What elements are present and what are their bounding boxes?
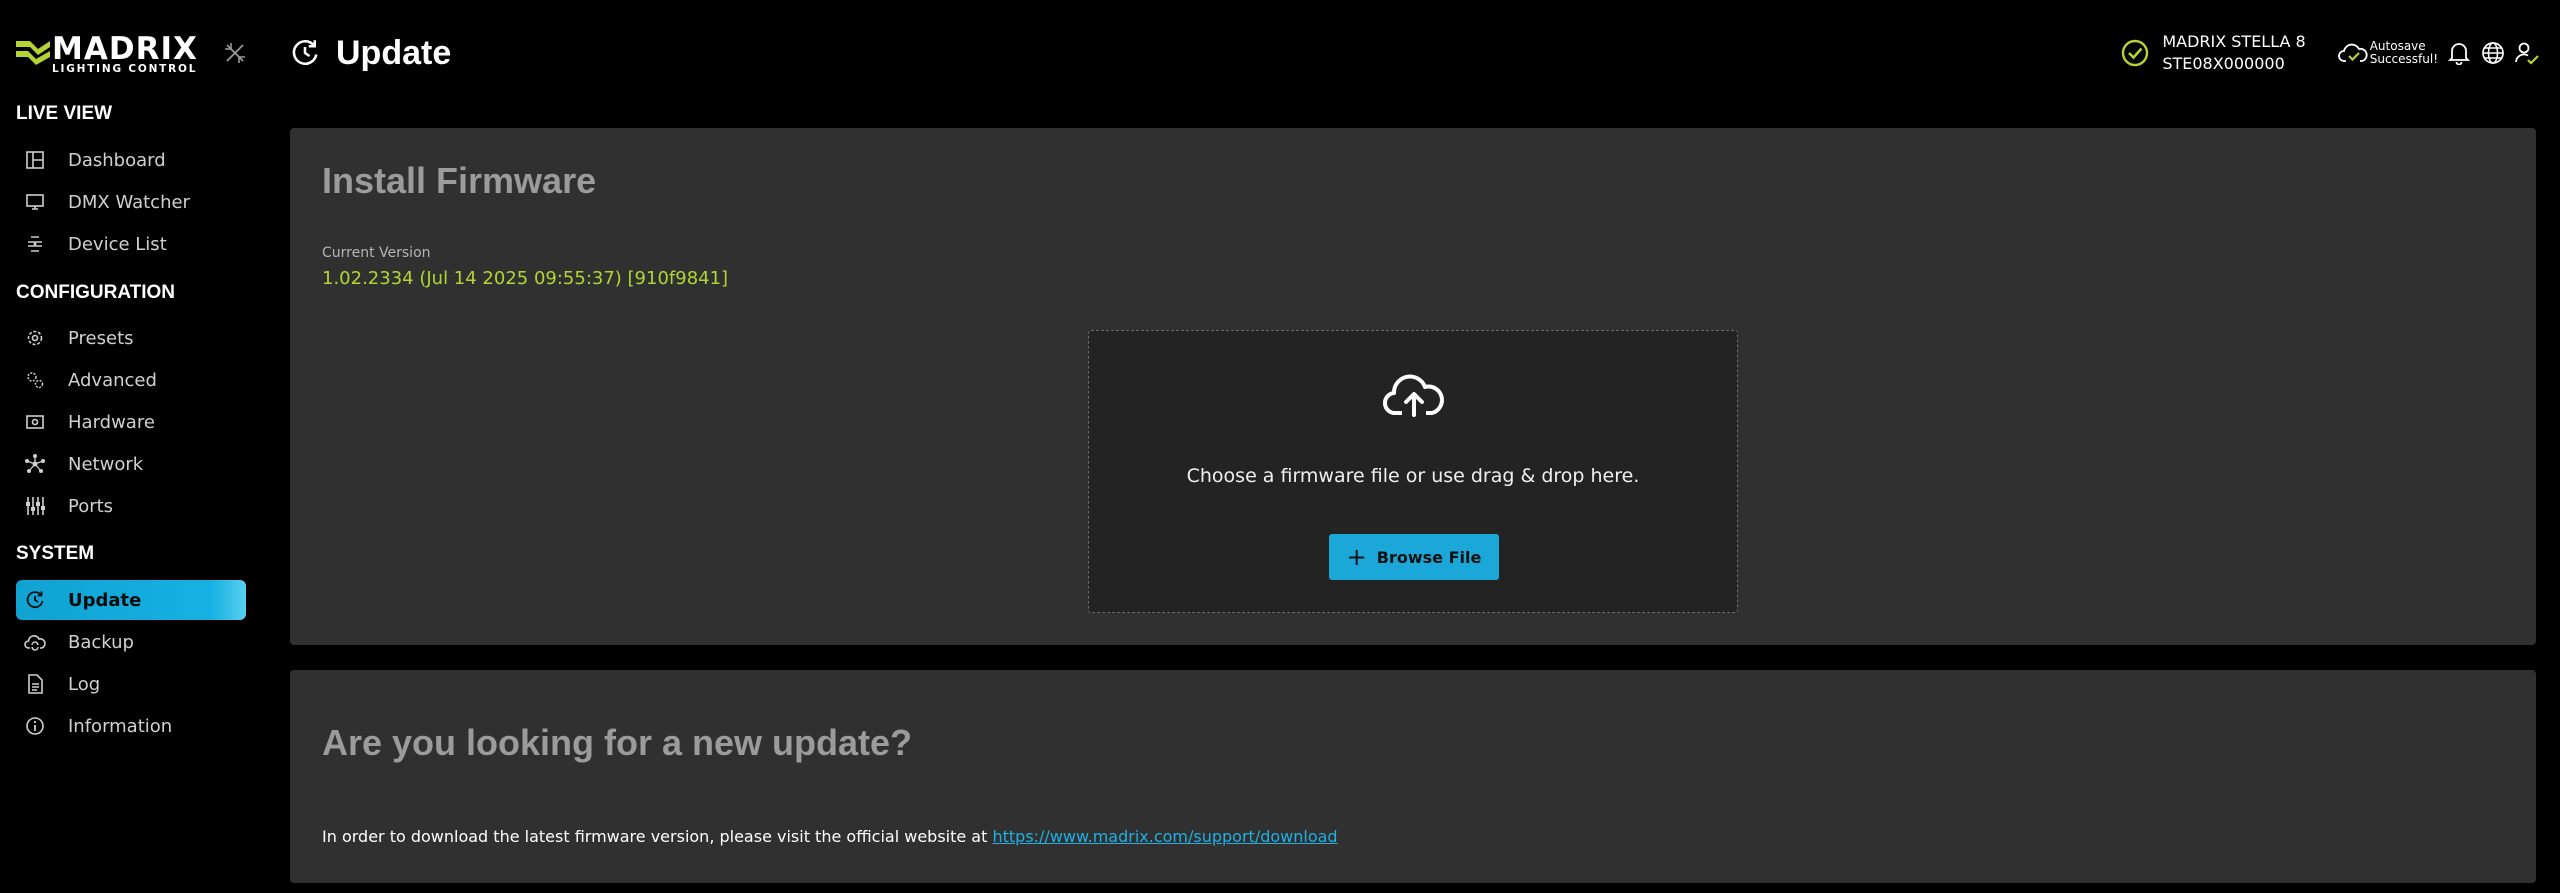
update-icon xyxy=(292,40,318,65)
user-check-icon xyxy=(2515,42,2539,65)
dashboard-icon xyxy=(24,149,46,171)
sidebar-item-hardware[interactable]: Hardware xyxy=(16,402,246,442)
update-info-text: In order to download the latest firmware… xyxy=(322,827,1338,846)
language-button[interactable] xyxy=(2480,40,2506,66)
sidebar-item-presets[interactable]: Presets xyxy=(16,318,246,358)
sidebar-item-device-list[interactable]: Device List xyxy=(16,224,246,264)
sidebar-item-dashboard[interactable]: Dashboard xyxy=(16,140,246,180)
collapse-icon xyxy=(225,43,245,63)
sidebar-item-label: Backup xyxy=(68,631,134,653)
device-name: MADRIX STELLA 8 xyxy=(2162,32,2306,51)
network-icon xyxy=(24,453,46,475)
device-list-icon xyxy=(24,233,46,255)
install-firmware-title: Install Firmware xyxy=(322,160,597,201)
ports-icon xyxy=(24,495,46,517)
sidebar-item-label: Log xyxy=(68,673,101,695)
device-serial: STE08X000000 xyxy=(2162,54,2285,73)
info-icon xyxy=(24,715,46,737)
sidebar-item-label: Ports xyxy=(68,495,114,517)
page-header: Update xyxy=(290,28,451,78)
page-title: Update xyxy=(336,33,452,72)
sidebar-item-label: Network xyxy=(68,453,144,475)
autosave-text: Autosave Successful! xyxy=(2370,40,2438,66)
monitor-icon xyxy=(24,191,46,213)
sidebar-item-dmx-watcher[interactable]: DMX Watcher xyxy=(16,182,246,222)
sidebar-item-label: DMX Watcher xyxy=(68,191,190,213)
cloud-check-icon xyxy=(2337,43,2368,62)
sidebar: MADRIX LIGHTING CONTROL LIVE VIEW Dashbo… xyxy=(0,0,262,893)
sidebar-item-log[interactable]: Log xyxy=(16,664,246,704)
browse-file-button[interactable]: + Browse File xyxy=(1329,534,1499,580)
document-icon xyxy=(24,673,46,695)
sidebar-item-backup[interactable]: Backup xyxy=(16,622,246,662)
bell-icon xyxy=(2448,43,2470,65)
section-live-view: LIVE VIEW xyxy=(16,103,113,124)
sidebar-item-label: Hardware xyxy=(68,411,155,433)
status-area: MADRIX STELLA 8 STE08X000000 Autosave Su… xyxy=(2120,28,2540,78)
logo-wordmark: MADRIX xyxy=(52,31,198,67)
sidebar-item-label: Presets xyxy=(68,327,134,349)
notifications-button[interactable] xyxy=(2446,40,2472,66)
sidebar-item-information[interactable]: Information xyxy=(16,706,246,746)
connected-check-icon xyxy=(2122,39,2149,67)
download-link[interactable]: https://www.madrix.com/support/download xyxy=(992,827,1337,846)
sidebar-item-network[interactable]: Network xyxy=(16,444,246,484)
device-info: MADRIX STELLA 8 STE08X000000 xyxy=(2162,31,2305,75)
globe-icon xyxy=(2482,42,2504,64)
new-update-title: Are you looking for a new update? xyxy=(322,722,913,763)
autosave-status: Autosave Successful! xyxy=(2337,40,2438,66)
plus-icon: + xyxy=(1346,543,1367,571)
logo-mark-icon xyxy=(16,41,50,65)
firmware-dropzone[interactable]: Choose a firmware file or use drag & dro… xyxy=(1088,330,1738,613)
current-version-label: Current Version xyxy=(322,245,431,261)
section-system: SYSTEM xyxy=(16,543,95,564)
gears-icon xyxy=(24,369,46,391)
sidebar-item-label: Dashboard xyxy=(68,149,166,171)
logo-tagline: LIGHTING CONTROL xyxy=(52,63,198,75)
gear-icon xyxy=(24,327,46,349)
update-info-sentence: In order to download the latest firmware… xyxy=(322,827,993,846)
install-firmware-panel: Install Firmware Current Version 1.02.23… xyxy=(290,128,2536,645)
madrix-logo: MADRIX LIGHTING CONTROL xyxy=(16,31,201,75)
collapse-sidebar-button[interactable] xyxy=(222,40,248,66)
hardware-icon xyxy=(24,411,46,433)
app-root: MADRIX LIGHTING CONTROL LIVE VIEW Dashbo… xyxy=(0,0,2560,893)
cloud-sync-icon xyxy=(24,631,46,653)
sidebar-item-update[interactable]: Update xyxy=(16,580,246,620)
autosave-line2: Successful! xyxy=(2369,52,2438,66)
dropzone-text: Choose a firmware file or use drag & dro… xyxy=(1186,465,1640,487)
update-icon xyxy=(24,589,46,611)
sidebar-item-label: Information xyxy=(68,715,173,737)
browse-file-label: Browse File xyxy=(1376,547,1482,567)
new-update-panel: Are you looking for a new update? In ord… xyxy=(290,670,2536,883)
sidebar-item-label: Device List xyxy=(68,233,167,255)
sidebar-item-advanced[interactable]: Advanced xyxy=(16,360,246,400)
sidebar-item-label: Advanced xyxy=(68,369,157,391)
current-version-value: 1.02.2334 (Jul 14 2025 09:55:37) [910f98… xyxy=(322,268,729,289)
user-button[interactable] xyxy=(2514,40,2540,66)
sidebar-item-label: Update xyxy=(68,589,142,611)
section-configuration: CONFIGURATION xyxy=(16,282,176,303)
sidebar-item-ports[interactable]: Ports xyxy=(16,486,246,526)
cloud-upload-icon xyxy=(1383,374,1444,417)
